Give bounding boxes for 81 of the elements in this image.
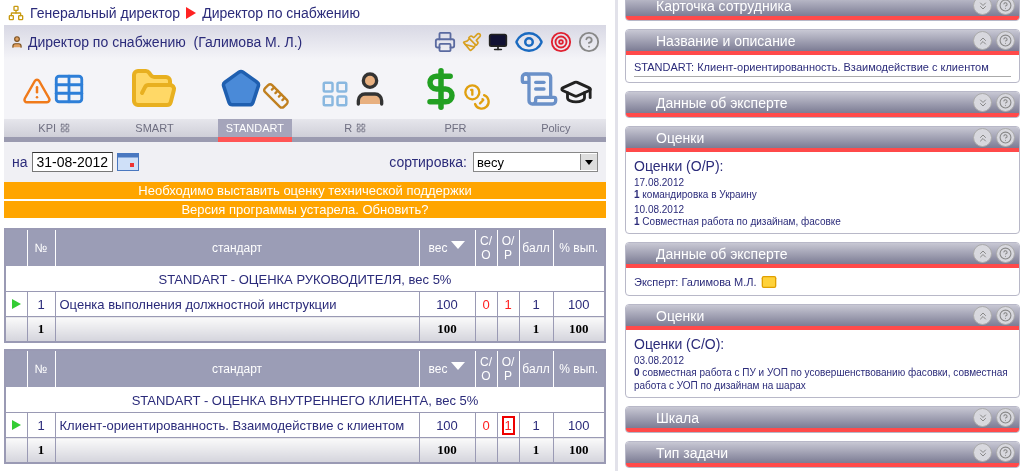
group-title: STANDART - ОЦЕНКА ВНУТРЕННЕГО КЛИЕНТА, вес 5% xyxy=(5,387,605,413)
rating-date: 10.08.2012 xyxy=(634,204,686,215)
expand-button[interactable] xyxy=(973,443,992,462)
hierarchy-icon xyxy=(8,4,24,21)
collapse-button[interactable] xyxy=(973,128,992,147)
column-header[interactable]: вес xyxy=(419,229,475,267)
screen-icon[interactable] xyxy=(488,32,508,52)
column-header[interactable]: % вып. xyxy=(553,350,605,388)
expand-button[interactable] xyxy=(973,93,992,112)
rating-entry: 0 совместная работа с ПУ и УОП по усовершенствованию фасовки, совместная работа с УОП по дизайнам на шарах xyxy=(634,366,1009,392)
collapse-button[interactable] xyxy=(973,31,992,50)
help-icon xyxy=(999,131,1012,144)
help-button[interactable] xyxy=(996,408,1015,427)
notice-banner[interactable]: Версия программы устарела. Обновить? xyxy=(4,201,606,218)
column-header[interactable]: вес xyxy=(419,350,475,388)
help-icon xyxy=(999,247,1012,260)
column-header[interactable]: балл xyxy=(519,350,553,388)
rating-date: 17.08.2012 xyxy=(634,177,686,188)
column-header[interactable]: С/О xyxy=(475,350,497,388)
date-label: на xyxy=(12,154,28,170)
sort-label: сортировка: xyxy=(389,154,467,170)
help-button[interactable] xyxy=(996,0,1015,15)
pentagon-ruler-icon[interactable] xyxy=(219,68,290,110)
column-header[interactable]: % вып. xyxy=(553,229,605,267)
column-header[interactable]: О/Р xyxy=(497,350,519,388)
group-title: STANDART - ОЦЕНКА РУКОВОДИТЕЛЯ, вес 5% xyxy=(5,266,605,292)
help-icon xyxy=(999,96,1012,109)
arrow-icon xyxy=(186,6,197,19)
rating-value[interactable]: 1 xyxy=(501,415,515,435)
column-header[interactable]: О/Р xyxy=(497,229,519,267)
module-tab[interactable]: Policy xyxy=(533,119,579,137)
scroll-cap-icon[interactable] xyxy=(518,69,593,109)
help-icon xyxy=(999,309,1012,322)
help-button[interactable] xyxy=(996,31,1015,50)
standard-link[interactable]: Клиент-ориентированность. Взаимодействие с клиентом xyxy=(55,412,419,438)
standard-link[interactable]: Оценка выполнения должностной инструкции xyxy=(55,291,419,317)
column-header[interactable]: № xyxy=(27,229,55,267)
rating-entry: 1 командировка в Украину xyxy=(634,188,758,201)
module-tab[interactable]: SMART xyxy=(127,119,182,137)
header-title: Директор по снабжению (Галимова М. Л.) xyxy=(28,34,304,50)
dropdown-caret-icon xyxy=(585,159,593,165)
collapse-button[interactable] xyxy=(973,306,992,325)
description-text: STANDART: Клиент-ориентированность. Взаимодействие с клиентом xyxy=(634,61,1011,77)
ratings-heading: Оценки (С/О): xyxy=(634,336,726,352)
module-tab[interactable]: KPI xyxy=(30,119,79,137)
breadcrumb-link[interactable]: Директор по снабжению xyxy=(202,4,360,21)
module-tab[interactable]: R xyxy=(336,119,375,137)
help-button[interactable] xyxy=(996,128,1015,147)
breadcrumb-link[interactable]: Генеральный директор xyxy=(30,4,181,21)
rating-date: 03.08.2012 xyxy=(634,355,686,366)
rating-entry: 1 Совместная работа по дизайнам, фасовке xyxy=(634,215,842,228)
column-header[interactable]: балл xyxy=(519,229,553,267)
column-header[interactable]: стандарт xyxy=(55,229,419,267)
help-button[interactable] xyxy=(996,244,1015,263)
notice-banner[interactable]: Необходимо выставить оценку технической поддержки xyxy=(4,182,606,199)
brush-icon[interactable] xyxy=(462,32,482,52)
expand-button[interactable] xyxy=(973,408,992,427)
help-button[interactable] xyxy=(996,93,1015,112)
calendar-icon[interactable] xyxy=(117,153,140,171)
play-icon[interactable] xyxy=(11,299,21,309)
expert-name: Эксперт: Галимова М.Л. xyxy=(634,276,757,288)
printer-icon[interactable] xyxy=(434,31,456,53)
column-header[interactable]: С/О xyxy=(475,229,497,267)
sort-select[interactable]: весу xyxy=(473,152,598,172)
help-icon xyxy=(999,411,1012,424)
expand-button[interactable] xyxy=(973,0,992,15)
help-icon xyxy=(999,446,1012,459)
module-tab[interactable]: PFR xyxy=(436,119,475,137)
date-field[interactable]: 31-08-2012 xyxy=(31,152,114,172)
collapse-button[interactable] xyxy=(973,244,992,263)
help-button[interactable] xyxy=(996,306,1015,325)
person-icon xyxy=(10,35,24,49)
help-icon xyxy=(999,34,1012,47)
column-header[interactable]: стандарт xyxy=(55,350,419,388)
help-icon[interactable] xyxy=(578,31,600,53)
ratings-heading: Оценки (О/Р): xyxy=(634,158,725,174)
play-icon[interactable] xyxy=(11,420,21,430)
column-header[interactable]: № xyxy=(27,350,55,388)
target-icon[interactable] xyxy=(550,31,572,53)
help-button[interactable] xyxy=(996,443,1015,462)
help-icon xyxy=(999,0,1012,12)
